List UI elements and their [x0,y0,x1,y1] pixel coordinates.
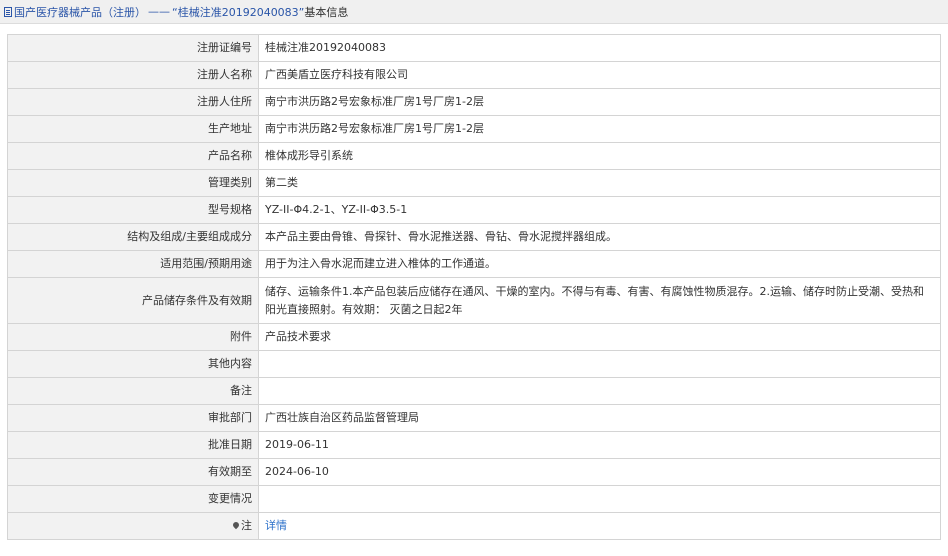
row-value: YZ-II-Φ4.2-1、YZ-II-Φ3.5-1 [258,196,941,224]
row-label: 生产地址 [7,115,259,143]
row-label: 变更情况 [7,485,259,513]
row-label-note: 注 [7,512,259,540]
table-row: 批准日期 2019-06-11 [7,431,941,459]
table-row: 注册人住所 南宁市洪历路2号宏象标准厂房1号厂房1-2层 [7,88,941,116]
row-label: 备注 [7,377,259,405]
row-value: 详情 [258,512,941,540]
row-value: 2024-06-10 [258,458,941,486]
row-label: 有效期至 [7,458,259,486]
row-label: 适用范围/预期用途 [7,250,259,278]
row-value: 第二类 [258,169,941,197]
row-value: 南宁市洪历路2号宏象标准厂房1号厂房1-2层 [258,88,941,116]
table-row: 有效期至 2024-06-10 [7,458,941,486]
row-value: 桂械注准20192040083 [258,34,941,62]
table-row: 附件 产品技术要求 [7,323,941,351]
breadcrumb-home-link[interactable]: 国产医疗器械产品（注册） [14,4,146,20]
row-label: 注册人名称 [7,61,259,89]
row-value: 广西美盾立医疗科技有限公司 [258,61,941,89]
row-label: 管理类别 [7,169,259,197]
row-label: 批准日期 [7,431,259,459]
row-value: 产品技术要求 [258,323,941,351]
table-row: 注册证编号 桂械注准20192040083 [7,34,941,62]
row-value [258,485,941,513]
pin-icon [231,520,241,530]
detail-table: 注册证编号 桂械注准20192040083 注册人名称 广西美盾立医疗科技有限公… [7,34,941,540]
row-label: 结构及组成/主要组成成分 [7,223,259,251]
row-value [258,377,941,405]
row-value: 南宁市洪历路2号宏象标准厂房1号厂房1-2层 [258,115,941,143]
row-label: 附件 [7,323,259,351]
row-value: 本产品主要由骨锥、骨探针、骨水泥推送器、骨钻、骨水泥搅拌器组成。 [258,223,941,251]
note-label-text: 注 [241,519,252,532]
row-label: 注册证编号 [7,34,259,62]
table-row: 生产地址 南宁市洪历路2号宏象标准厂房1号厂房1-2层 [7,115,941,143]
table-row: 审批部门 广西壮族自治区药品监督管理局 [7,404,941,432]
table-row: 其他内容 [7,350,941,378]
table-row: 备注 [7,377,941,405]
table-row: 注册人名称 广西美盾立医疗科技有限公司 [7,61,941,89]
row-value [258,350,941,378]
row-value: 储存、运输条件1.本产品包装后应储存在通风、干燥的室内。不得与有毒、有害、有腐蚀… [258,277,941,324]
document-icon [4,6,12,17]
table-row: 产品名称 椎体成形导引系统 [7,142,941,170]
table-row: 结构及组成/主要组成成分 本产品主要由骨锥、骨探针、骨水泥推送器、骨钻、骨水泥搅… [7,223,941,251]
row-value: 2019-06-11 [258,431,941,459]
row-value: 用于为注入骨水泥而建立进入椎体的工作通道。 [258,250,941,278]
table-row: 注 详情 [7,512,941,540]
row-label: 产品名称 [7,142,259,170]
row-label: 产品储存条件及有效期 [7,277,259,324]
breadcrumb-current: 基本信息 [304,5,349,19]
row-value: 广西壮族自治区药品监督管理局 [258,404,941,432]
row-label: 其他内容 [7,350,259,378]
table-row: 产品储存条件及有效期 储存、运输条件1.本产品包装后应储存在通风、干燥的室内。不… [7,277,941,324]
row-label: 审批部门 [7,404,259,432]
breadcrumb-record-link[interactable]: “桂械注准20192040083” [172,4,304,20]
row-value: 椎体成形导引系统 [258,142,941,170]
table-row: 变更情况 [7,485,941,513]
table-row: 型号规格 YZ-II-Φ4.2-1、YZ-II-Φ3.5-1 [7,196,941,224]
table-row: 管理类别 第二类 [7,169,941,197]
table-row: 适用范围/预期用途 用于为注入骨水泥而建立进入椎体的工作通道。 [7,250,941,278]
breadcrumb: 国产医疗器械产品（注册） —— “桂械注准20192040083” 基本信息 [0,0,948,24]
row-label: 注册人住所 [7,88,259,116]
breadcrumb-separator: —— [148,5,170,18]
row-label: 型号规格 [7,196,259,224]
details-link[interactable]: 详情 [265,519,287,532]
